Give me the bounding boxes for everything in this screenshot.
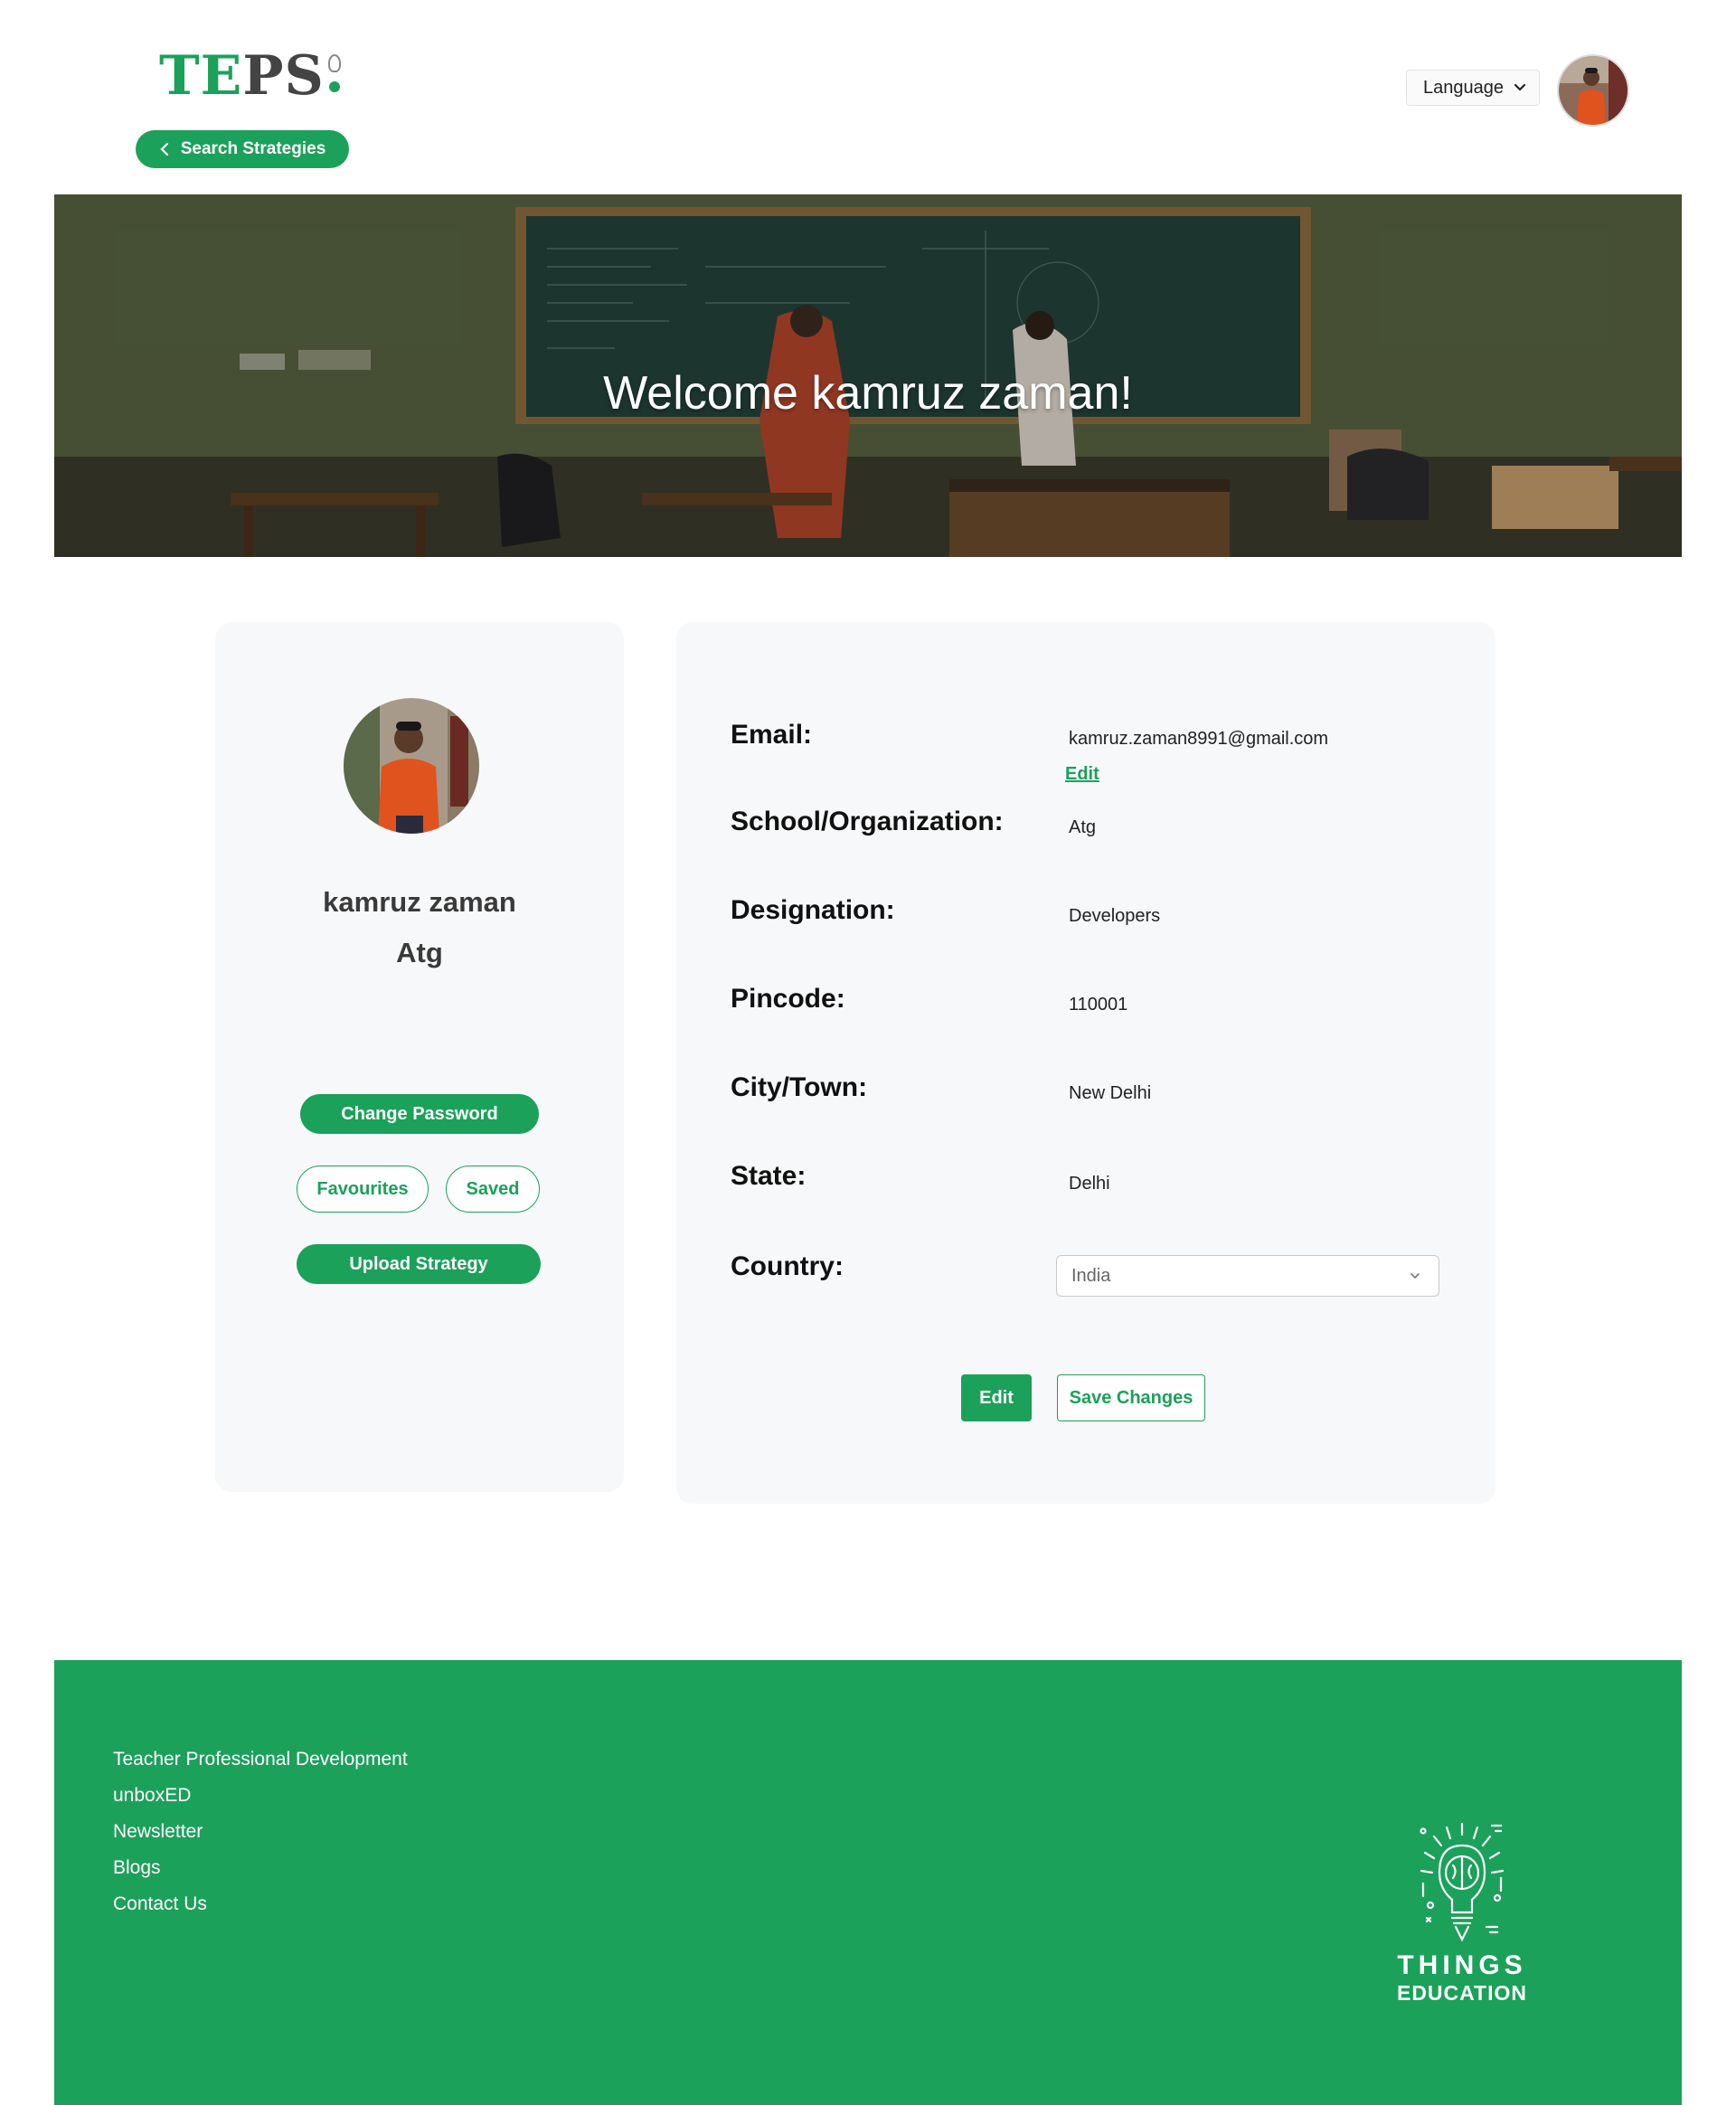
lightbulb-brain-icon: [1420, 1822, 1505, 1942]
footer: Teacher Professional Development unboxED…: [54, 1660, 1682, 2105]
country-select[interactable]: India: [1056, 1255, 1439, 1297]
save-changes-button[interactable]: Save Changes: [1057, 1374, 1205, 1421]
designation-label: Designation:: [731, 895, 895, 925]
search-strategies-label: Search Strategies: [180, 139, 326, 158]
city-value: New Delhi: [1069, 1083, 1152, 1103]
hero-banner: Welcome kamruz zaman!: [54, 194, 1682, 557]
school-value: Atg: [1069, 817, 1097, 837]
footer-logo-title: THINGS: [1397, 1950, 1527, 1980]
footer-link-blogs[interactable]: Blogs: [113, 1857, 161, 1878]
user-avatar[interactable]: [1557, 54, 1629, 127]
footer-link-contact-us[interactable]: Contact Us: [113, 1893, 207, 1914]
search-strategies-button[interactable]: Search Strategies: [136, 130, 349, 168]
pincode-label: Pincode:: [731, 984, 845, 1014]
logo-text: TEPS: [159, 44, 325, 108]
language-select[interactable]: Language: [1406, 70, 1540, 106]
chevron-down-icon: [1410, 1273, 1420, 1279]
footer-logo-subtitle: EDUCATION: [1396, 1981, 1527, 2005]
country-label: Country:: [731, 1251, 844, 1281]
email-value: kamruz.zaman8991@gmail.com: [1069, 729, 1329, 749]
things-education-logo[interactable]: THINGS EDUCATION: [1392, 1818, 1532, 2005]
welcome-heading: Welcome kamruz zaman!: [603, 367, 1133, 420]
city-label: City/Town:: [731, 1072, 868, 1102]
profile-details-card: Email: kamruz.zaman8991@gmail.com Edit S…: [676, 622, 1495, 1504]
upload-strategy-button[interactable]: Upload Strategy: [297, 1244, 541, 1284]
state-value: Delhi: [1069, 1174, 1110, 1194]
chevron-down-icon: [1514, 83, 1526, 91]
footer-links: Teacher Professional Development unboxED…: [113, 1749, 408, 1930]
email-edit-link[interactable]: Edit: [1065, 764, 1099, 785]
chevron-left-icon: [160, 142, 168, 156]
favourites-button[interactable]: Favourites: [297, 1166, 429, 1213]
designation-value: Developers: [1069, 906, 1161, 926]
edit-profile-button[interactable]: Edit: [961, 1374, 1032, 1421]
pincode-value: 110001: [1069, 995, 1128, 1015]
state-label: State:: [731, 1161, 807, 1191]
teps-logo[interactable]: TEPS: [159, 49, 343, 103]
logo-bulb-icon: [326, 54, 343, 94]
profile-name: kamruz zaman: [323, 886, 516, 918]
profile-avatar: [344, 698, 479, 834]
school-label: School/Organization:: [731, 807, 1004, 836]
country-select-value: India: [1071, 1265, 1111, 1286]
profile-card: kamruz zaman Atg Change Password Favouri…: [215, 622, 624, 1492]
footer-link-teacher-professional-development[interactable]: Teacher Professional Development: [113, 1749, 408, 1770]
change-password-button[interactable]: Change Password: [300, 1094, 539, 1134]
footer-link-newsletter[interactable]: Newsletter: [113, 1821, 203, 1842]
email-label: Email:: [731, 720, 813, 750]
profile-organization: Atg: [396, 937, 443, 968]
saved-button[interactable]: Saved: [446, 1166, 540, 1213]
footer-link-unboxed[interactable]: unboxED: [113, 1785, 191, 1806]
language-select-label: Language: [1423, 77, 1504, 98]
